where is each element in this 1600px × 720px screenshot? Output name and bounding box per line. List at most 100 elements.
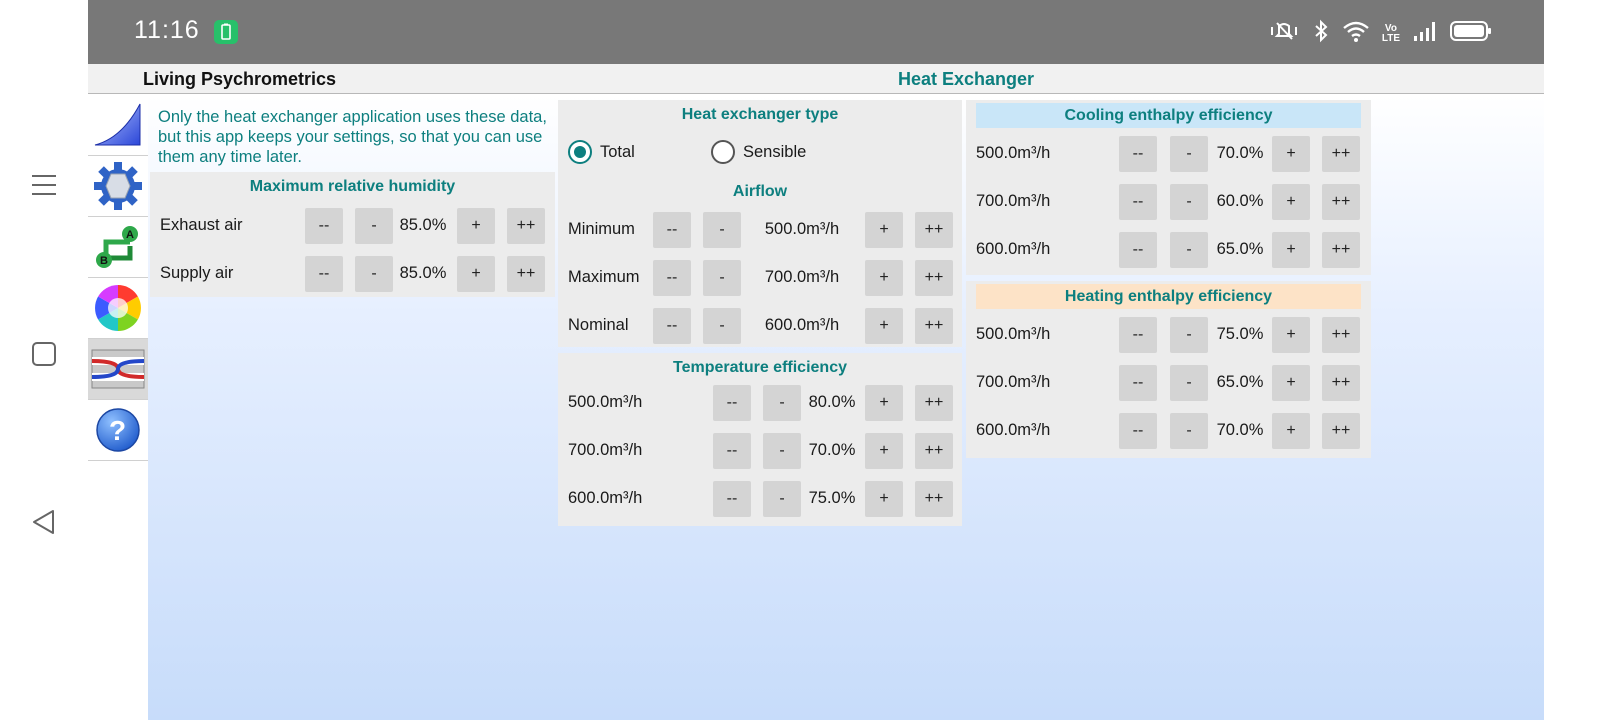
decrease-big-button[interactable]: --: [1119, 413, 1157, 449]
increase-big-button[interactable]: ++: [1322, 317, 1360, 353]
back-triangle-icon[interactable]: [29, 507, 59, 537]
increase-big-button[interactable]: ++: [915, 385, 953, 421]
sidebar-item-process[interactable]: A B: [88, 217, 148, 278]
cooling-efficiency-panel: Cooling enthalpy efficiency 500.0m³/h --…: [966, 100, 1371, 275]
increase-button[interactable]: +: [865, 385, 903, 421]
decrease-button[interactable]: -: [1170, 317, 1208, 353]
flow-label: 600.0m³/h: [976, 239, 1051, 258]
decrease-big-button[interactable]: --: [305, 256, 343, 292]
radio-sensible-circle[interactable]: [711, 140, 735, 164]
increase-button[interactable]: +: [865, 433, 903, 469]
decrease-big-button[interactable]: --: [653, 212, 691, 248]
decrease-button[interactable]: -: [1170, 365, 1208, 401]
increase-button[interactable]: +: [1272, 413, 1310, 449]
flow-label: 500.0m³/h: [976, 324, 1051, 343]
status-time: 11:16: [134, 16, 200, 44]
humidity-title: Maximum relative humidity: [249, 178, 456, 195]
decrease-big-button[interactable]: --: [713, 385, 751, 421]
airflow-row: Nominal -- - 600.0m³/h + ++: [568, 305, 962, 345]
increase-big-button[interactable]: ++: [915, 481, 953, 517]
decrease-big-button[interactable]: --: [713, 481, 751, 517]
radio-total-label: Total: [600, 142, 635, 161]
decrease-big-button[interactable]: --: [1119, 317, 1157, 353]
increase-button[interactable]: +: [865, 308, 903, 344]
efficiency-value: 70.0%: [808, 441, 856, 459]
increase-big-button[interactable]: ++: [1322, 365, 1360, 401]
type-airflow-panel: Heat exchanger type Total Sensible Airfl…: [558, 100, 962, 347]
radio-sensible[interactable]: Sensible: [711, 140, 806, 164]
increase-big-button[interactable]: ++: [915, 433, 953, 469]
increase-big-button[interactable]: ++: [915, 212, 953, 248]
decrease-button[interactable]: -: [1170, 184, 1208, 220]
home-square-icon[interactable]: [29, 339, 59, 369]
cooling-efficiency-row: 700.0m³/h -- - 60.0% + ++: [976, 181, 1371, 221]
increase-big-button[interactable]: ++: [1322, 413, 1360, 449]
humidity-row: Supply air -- - 85.0% + ++: [160, 253, 555, 293]
decrease-big-button[interactable]: --: [1119, 136, 1157, 172]
increase-big-button[interactable]: ++: [1322, 232, 1360, 268]
flow-label: 500.0m³/h: [976, 143, 1051, 162]
title-bar: Living Psychrometrics Heat Exchanger: [88, 64, 1544, 94]
radio-total[interactable]: Total: [568, 140, 635, 164]
efficiency-value: 60.0%: [1216, 192, 1264, 210]
sidebar-item-help[interactable]: ?: [88, 400, 148, 461]
increase-big-button[interactable]: ++: [1322, 136, 1360, 172]
decrease-button[interactable]: -: [355, 256, 393, 292]
flow-label: 600.0m³/h: [976, 420, 1051, 439]
increase-big-button[interactable]: ++: [1322, 184, 1360, 220]
increase-button[interactable]: +: [1272, 184, 1310, 220]
efficiency-value: 70.0%: [1216, 421, 1264, 439]
decrease-big-button[interactable]: --: [653, 308, 691, 344]
temperature-efficiency-row: 600.0m³/h -- - 75.0% + ++: [568, 478, 962, 518]
volte-icon: Vo LTE: [1381, 22, 1400, 44]
increase-big-button[interactable]: ++: [507, 256, 545, 292]
increase-button[interactable]: +: [1272, 365, 1310, 401]
temperature-efficiency-row: 700.0m³/h -- - 70.0% + ++: [568, 430, 962, 470]
increase-button[interactable]: +: [457, 208, 495, 244]
sidebar-item-settings[interactable]: [88, 156, 148, 217]
increase-button[interactable]: +: [865, 212, 903, 248]
decrease-button[interactable]: -: [703, 308, 741, 344]
cooling-efficiency-row: 600.0m³/h -- - 65.0% + ++: [976, 229, 1371, 269]
decrease-big-button[interactable]: --: [1119, 184, 1157, 220]
airflow-value: 600.0m³/h: [764, 316, 840, 334]
decrease-big-button[interactable]: --: [713, 433, 751, 469]
increase-button[interactable]: +: [865, 260, 903, 296]
decrease-big-button[interactable]: --: [1119, 365, 1157, 401]
decrease-button[interactable]: -: [763, 481, 801, 517]
decrease-button[interactable]: -: [763, 433, 801, 469]
decrease-button[interactable]: -: [355, 208, 393, 244]
system-navigation-bar: [0, 0, 88, 720]
decrease-button[interactable]: -: [1170, 413, 1208, 449]
airflow-row-label: Maximum: [568, 267, 640, 286]
increase-button[interactable]: +: [1272, 232, 1310, 268]
increase-button[interactable]: +: [1272, 136, 1310, 172]
increase-big-button[interactable]: ++: [915, 308, 953, 344]
increase-button[interactable]: +: [1272, 317, 1310, 353]
decrease-button[interactable]: -: [703, 212, 741, 248]
menu-icon[interactable]: [29, 170, 59, 200]
decrease-big-button[interactable]: --: [1119, 232, 1157, 268]
increase-big-button[interactable]: ++: [915, 260, 953, 296]
sidebar-item-chart[interactable]: [88, 95, 148, 156]
intro-text: Only the heat exchanger application uses…: [158, 108, 547, 166]
decrease-button[interactable]: -: [1170, 232, 1208, 268]
increase-button[interactable]: +: [865, 481, 903, 517]
decrease-big-button[interactable]: --: [305, 208, 343, 244]
increase-button[interactable]: +: [457, 256, 495, 292]
radio-total-circle[interactable]: [568, 140, 592, 164]
sidebar-item-heat-exchanger[interactable]: [88, 339, 148, 400]
help-icon: ?: [96, 408, 140, 452]
airflow-title: Airflow: [732, 183, 788, 200]
increase-big-button[interactable]: ++: [507, 208, 545, 244]
decrease-button[interactable]: -: [1170, 136, 1208, 172]
decrease-big-button[interactable]: --: [653, 260, 691, 296]
humidity-row-label: Supply air: [160, 263, 234, 282]
heating-efficiency-row: 700.0m³/h -- - 65.0% + ++: [976, 362, 1371, 402]
svg-text:A: A: [126, 229, 134, 241]
decrease-button[interactable]: -: [703, 260, 741, 296]
sidebar-item-colors[interactable]: [88, 278, 148, 339]
heating-efficiency-title: Heating enthalpy efficiency: [976, 284, 1361, 309]
decrease-button[interactable]: -: [763, 385, 801, 421]
cooling-efficiency-row: 500.0m³/h -- - 70.0% + ++: [976, 133, 1371, 173]
